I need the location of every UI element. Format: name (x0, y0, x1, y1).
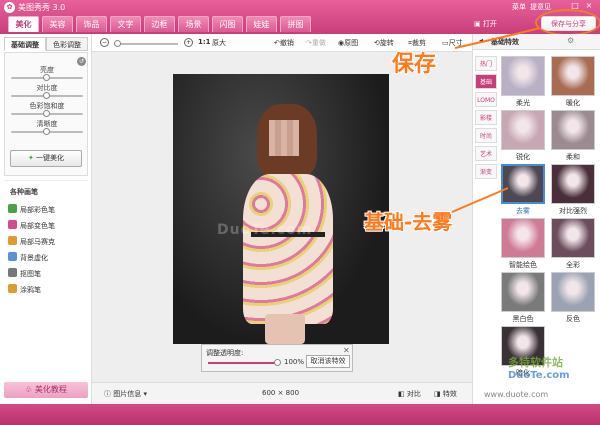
annotation-defog: 基础-去雾 (364, 210, 453, 234)
watermark-brand-en: DuoTe.com (508, 370, 570, 381)
defog-arrow (451, 187, 509, 213)
watermark-brand-cn: 多特软件站 (508, 356, 563, 369)
bottom-band (0, 404, 600, 425)
watermark-url: www.duote.com (484, 390, 549, 399)
save-arrow (454, 27, 541, 49)
